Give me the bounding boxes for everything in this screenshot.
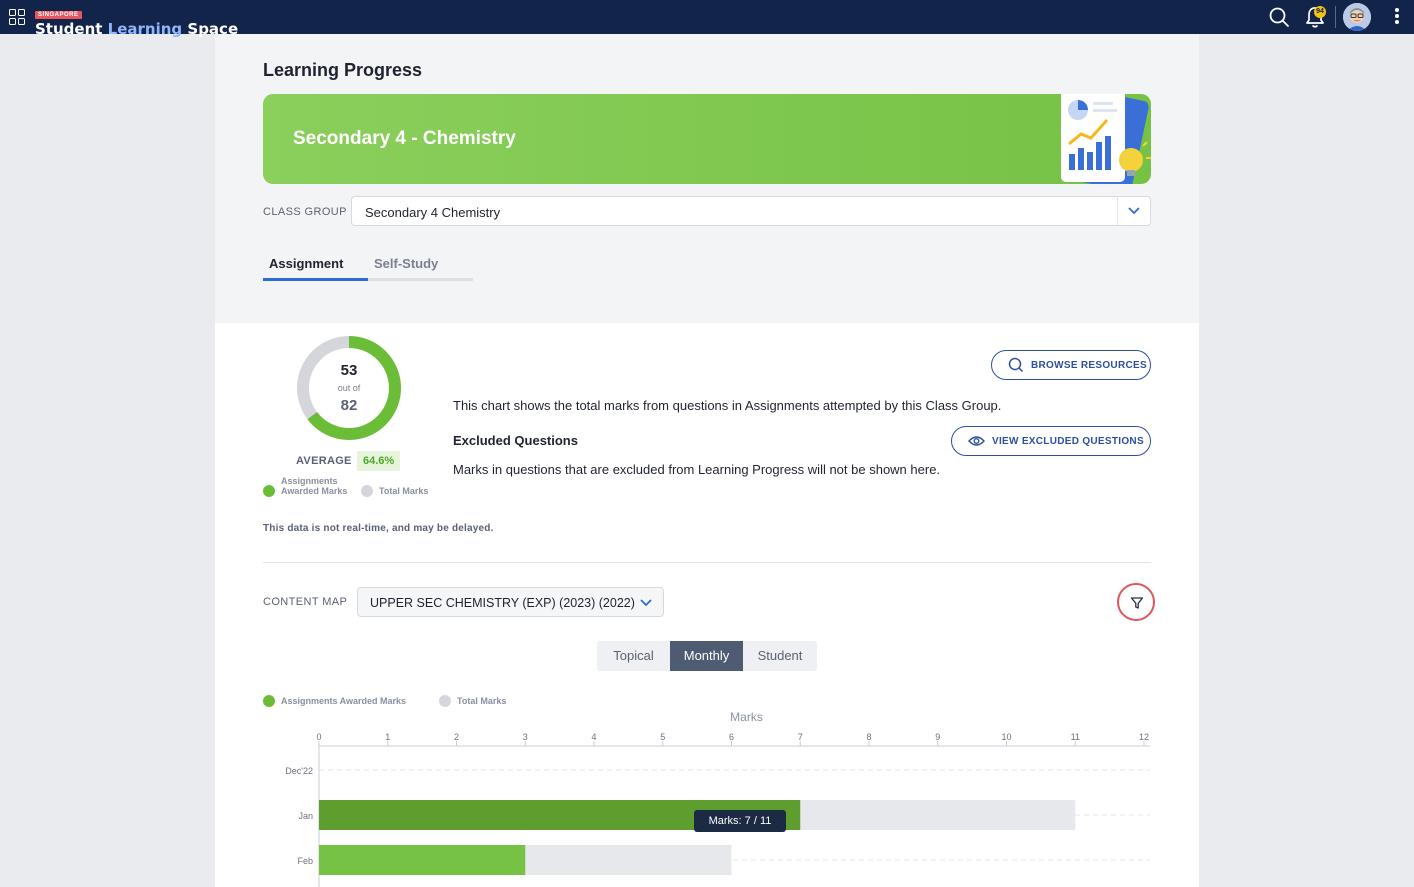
x-tick-label: 5 bbox=[660, 732, 665, 742]
out-of-label: out of bbox=[337, 383, 361, 393]
search-icon[interactable] bbox=[1268, 6, 1290, 28]
legend-awarded-label: Assignments Awarded Marks bbox=[281, 476, 348, 496]
legend-total-dot bbox=[361, 485, 373, 497]
notification-count-badge: 94 bbox=[1314, 6, 1326, 18]
toggle-student[interactable]: Student bbox=[743, 641, 817, 671]
total-marks-value: 82 bbox=[340, 397, 358, 414]
excluded-questions-title: Excluded Questions bbox=[453, 433, 578, 448]
bar-awarded-marks bbox=[319, 845, 526, 875]
x-tick-label: 0 bbox=[316, 732, 321, 742]
chevron-down-icon bbox=[640, 599, 652, 607]
content-map-label: CONTENT MAP bbox=[263, 596, 348, 608]
filter-icon bbox=[1130, 597, 1144, 609]
toggle-topical[interactable]: Topical bbox=[597, 641, 670, 671]
user-avatar[interactable] bbox=[1343, 3, 1371, 31]
x-tick-label: 2 bbox=[454, 732, 459, 742]
logo-text: Student Learning Space bbox=[35, 20, 239, 38]
data-delay-note: This data is not real-time, and may be d… bbox=[263, 523, 494, 534]
topbar-divider bbox=[1335, 6, 1336, 28]
bar-tooltip: Marks: 7 / 11 bbox=[694, 810, 786, 832]
search-icon bbox=[1008, 357, 1024, 373]
select-divider bbox=[1117, 197, 1118, 225]
x-tick-label: 12 bbox=[1139, 732, 1149, 742]
x-tick-label: 1 bbox=[385, 732, 390, 742]
x-tick-label: 3 bbox=[523, 732, 528, 742]
logo-tag: SINGAPORE bbox=[35, 11, 82, 19]
active-tab-indicator bbox=[263, 278, 368, 281]
chevron-down-icon bbox=[1128, 207, 1140, 215]
x-tick-label: 8 bbox=[866, 732, 871, 742]
section-divider bbox=[263, 562, 1151, 563]
tab-assignment[interactable]: Assignment bbox=[263, 252, 368, 281]
content-map-select[interactable]: UPPER SEC CHEMISTRY (EXP) (2023) (2022) bbox=[357, 587, 664, 617]
eye-icon bbox=[968, 436, 985, 446]
assignment-tabs: Assignment Self-Study bbox=[263, 252, 473, 281]
excluded-questions-description: Marks in questions that are excluded fro… bbox=[453, 462, 941, 477]
average-badge: 64.6% bbox=[357, 451, 401, 471]
y-category-label: Dec'22 bbox=[285, 766, 313, 776]
x-tick-label: 6 bbox=[729, 732, 734, 742]
x-tick-label: 10 bbox=[1001, 732, 1011, 742]
view-excluded-questions-button[interactable]: VIEW EXCLUDED QUESTIONS bbox=[951, 426, 1151, 456]
class-group-select[interactable]: Secondary 4 Chemistry bbox=[351, 196, 1151, 226]
monthly-marks-bar-chart: Marks0 1 2 3 4 5 6 7 8 9 10 11 12Dec'22JanFeb bbox=[285, 710, 1150, 887]
x-tick-label: 7 bbox=[798, 732, 803, 742]
awarded-marks-value: 53 bbox=[340, 362, 358, 379]
x-tick-label: 11 bbox=[1071, 732, 1080, 742]
apps-grid-icon[interactable] bbox=[9, 9, 25, 25]
browse-resources-button[interactable]: BROWSE RESOURCES bbox=[991, 350, 1151, 380]
x-tick-label: 9 bbox=[935, 732, 940, 742]
class-group-value: Secondary 4 Chemistry bbox=[365, 205, 501, 220]
tab-self-study[interactable]: Self-Study bbox=[374, 252, 438, 281]
filter-button[interactable] bbox=[1117, 583, 1155, 621]
y-category-label: Jan bbox=[298, 811, 313, 821]
page-title: Learning Progress bbox=[263, 60, 423, 80]
banner-title: Secondary 4 - Chemistry bbox=[293, 128, 516, 149]
view-excluded-label: VIEW EXCLUDED QUESTIONS bbox=[992, 435, 1144, 447]
subject-banner: Secondary 4 - Chemistry bbox=[263, 94, 1151, 184]
average-label: AVERAGE bbox=[296, 455, 352, 467]
y-category-label: Feb bbox=[297, 856, 313, 866]
legend-awarded-dot bbox=[263, 485, 275, 497]
class-group-label: CLASS GROUP bbox=[263, 206, 347, 218]
top-navigation-bar: SINGAPORE Student Learning Space bbox=[0, 0, 1414, 38]
browse-resources-label: BROWSE RESOURCES bbox=[1031, 359, 1147, 371]
chart-description: This chart shows the total marks from qu… bbox=[453, 398, 1002, 413]
x-tick-label: 4 bbox=[591, 732, 596, 742]
more-menu-icon[interactable] bbox=[1392, 8, 1402, 26]
content-map-value: UPPER SEC CHEMISTRY (EXP) (2023) (2022) bbox=[370, 596, 635, 610]
app-logo[interactable]: SINGAPORE Student Learning Space bbox=[35, 3, 238, 38]
view-toggle: Topical Monthly Student bbox=[597, 641, 817, 671]
toggle-monthly[interactable]: Monthly bbox=[670, 641, 743, 671]
analytics-illustration-icon bbox=[1061, 94, 1151, 184]
x-axis-title: Marks bbox=[730, 710, 763, 724]
legend-total-label: Total Marks bbox=[379, 486, 429, 496]
